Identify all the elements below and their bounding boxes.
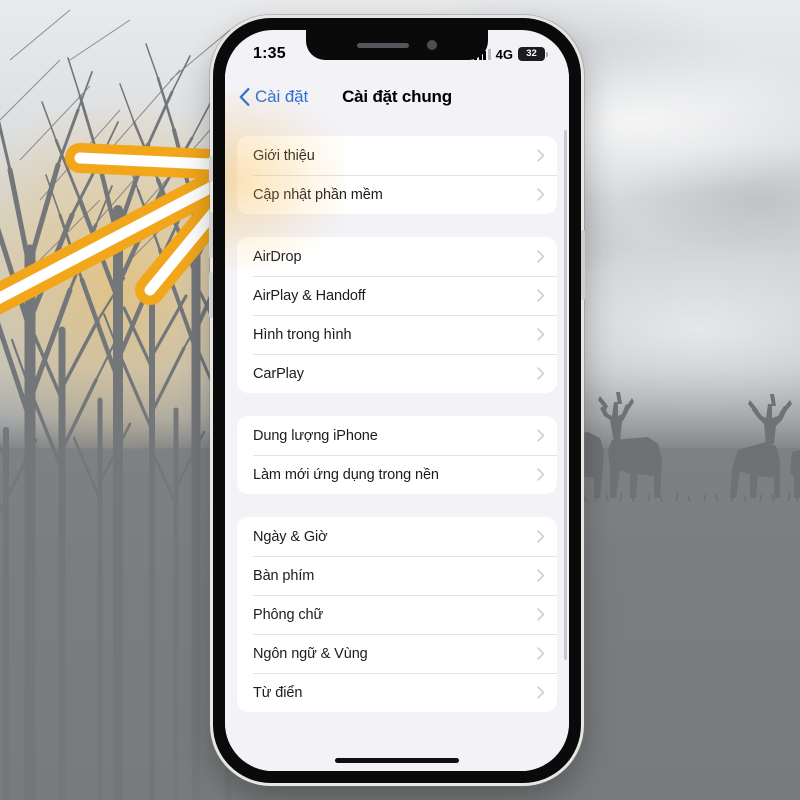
settings-group-sharing-and-connectivity: AirDrop AirPlay & Handoff Hình trong hình C…: [237, 237, 557, 393]
network-type-label: 4G: [495, 46, 513, 62]
notch: [306, 30, 488, 60]
settings-row-label: Cập nhật phần mềm: [253, 186, 383, 203]
settings-row-label: Bàn phím: [253, 567, 315, 584]
settings-group-about-and-software-update: Giới thiệu Cập nhật phần mềm: [237, 136, 557, 214]
chevron-right-icon: [537, 250, 545, 263]
settings-group-locale-and-input: Ngày & Giờ Bàn phím Phông chữ Ngôn ngữ & Vù…: [237, 517, 557, 712]
settings-row[interactable]: Giới thiệu: [237, 136, 557, 175]
screenshot-stage: 1:35 4G 32 Cài đặt Cài đặt chung Giới th…: [0, 0, 800, 800]
chevron-right-icon: [537, 608, 545, 621]
vertical-scrollbar[interactable]: [563, 130, 567, 660]
home-indicator[interactable]: [335, 758, 459, 763]
settings-row-label: Phông chữ: [253, 606, 324, 623]
chevron-right-icon: [537, 328, 545, 341]
iphone-device: 1:35 4G 32 Cài đặt Cài đặt chung Giới th…: [209, 18, 585, 783]
chevron-right-icon: [537, 530, 545, 543]
settings-row[interactable]: Ngôn ngữ & Vùng: [237, 634, 557, 673]
chevron-left-icon: [239, 88, 250, 106]
deer-silhouettes: [560, 392, 800, 503]
battery-icon: 32: [518, 47, 548, 61]
settings-row[interactable]: Bàn phím: [237, 556, 557, 595]
back-button-label: Cài đặt: [255, 87, 309, 106]
settings-row-label: Hình trong hình: [253, 326, 352, 343]
settings-row-label: Giới thiệu: [253, 147, 315, 164]
chevron-right-icon: [537, 686, 545, 699]
chevron-right-icon: [537, 367, 545, 380]
settings-row[interactable]: Từ điển: [237, 673, 557, 712]
settings-row[interactable]: Làm mới ứng dụng trong nền: [237, 455, 557, 494]
power-button[interactable]: [581, 230, 585, 300]
chevron-right-icon: [537, 149, 545, 162]
settings-row[interactable]: Cập nhật phần mềm: [237, 175, 557, 214]
chevron-right-icon: [537, 289, 545, 302]
settings-row[interactable]: CarPlay: [237, 354, 557, 393]
status-time: 1:35: [253, 45, 286, 62]
settings-row[interactable]: Dung lượng iPhone: [237, 416, 557, 455]
silent-switch[interactable]: [209, 156, 213, 182]
chevron-right-icon: [537, 188, 545, 201]
settings-row-label: Ngày & Giờ: [253, 528, 328, 545]
volume-up-button[interactable]: [209, 212, 213, 258]
front-camera-icon: [427, 40, 437, 50]
back-button[interactable]: Cài đặt: [225, 87, 308, 107]
phone-screen: 1:35 4G 32 Cài đặt Cài đặt chung Giới th…: [225, 30, 569, 771]
chevron-right-icon: [537, 468, 545, 481]
battery-percent-label: 32: [526, 48, 537, 60]
settings-row-label: AirPlay & Handoff: [253, 287, 366, 304]
settings-row[interactable]: Hình trong hình: [237, 315, 557, 354]
volume-down-button[interactable]: [209, 272, 213, 318]
settings-row-label: Làm mới ứng dụng trong nền: [253, 466, 439, 483]
navigation-bar: Cài đặt Cài đặt chung: [225, 74, 569, 120]
settings-row[interactable]: AirPlay & Handoff: [237, 276, 557, 315]
settings-list[interactable]: Giới thiệu Cập nhật phần mềm AirDrop AirPla…: [225, 120, 569, 771]
chevron-right-icon: [537, 647, 545, 660]
settings-row-label: Ngôn ngữ & Vùng: [253, 645, 368, 662]
settings-group-storage-and-background-refresh: Dung lượng iPhone Làm mới ứng dụng trong …: [237, 416, 557, 494]
chevron-right-icon: [537, 429, 545, 442]
settings-row-label: Từ điển: [253, 684, 303, 701]
settings-row[interactable]: AirDrop: [237, 237, 557, 276]
settings-row[interactable]: Phông chữ: [237, 595, 557, 634]
settings-row-label: CarPlay: [253, 365, 304, 382]
settings-row[interactable]: Ngày & Giờ: [237, 517, 557, 556]
settings-row-label: Dung lượng iPhone: [253, 427, 378, 444]
settings-row-label: AirDrop: [253, 248, 302, 265]
chevron-right-icon: [537, 569, 545, 582]
earpiece-speaker-icon: [357, 42, 409, 48]
